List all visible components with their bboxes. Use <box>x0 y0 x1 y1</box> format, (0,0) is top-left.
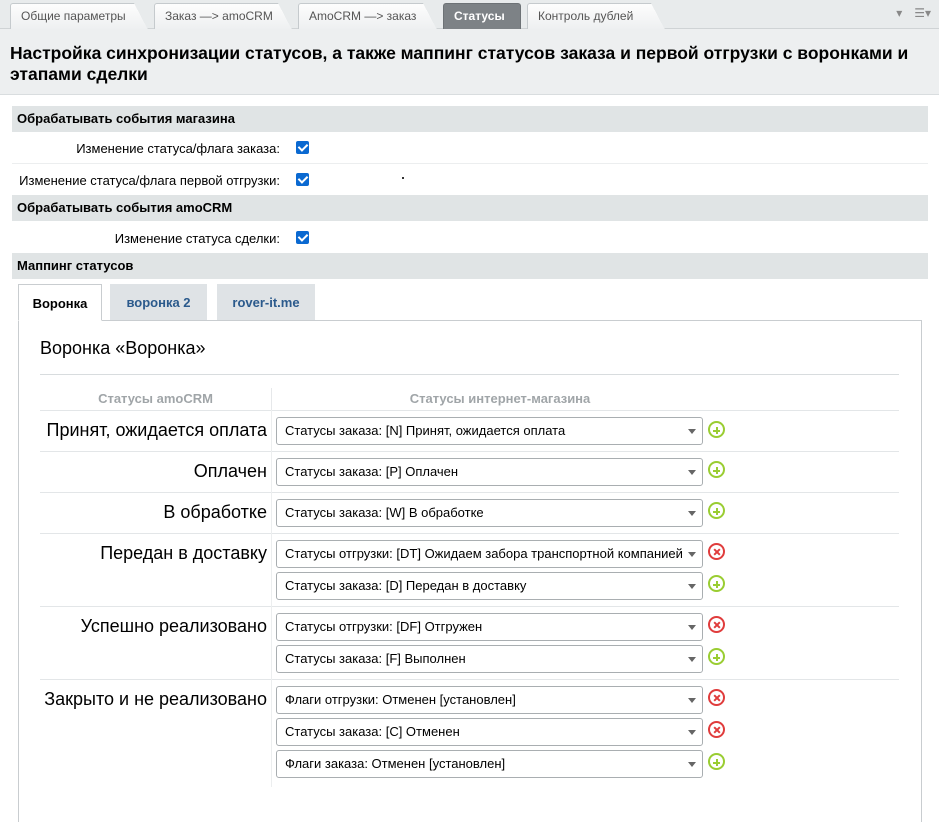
section-amo-events: Обрабатывать события amoCRM <box>12 195 928 221</box>
deal-status-change-checkbox[interactable] <box>296 231 309 244</box>
order-status-change-checkbox[interactable] <box>296 141 309 154</box>
shop-status-select[interactable]: Статусы заказа: [F] Выполнен <box>276 645 703 673</box>
pipeline-title: Воронка «Воронка» <box>40 338 206 358</box>
chevron-down-icon <box>688 698 696 703</box>
shop-status-select[interactable]: Флаги отгрузки: Отменен [установлен] <box>276 686 703 714</box>
tab-label: Статусы <box>454 9 505 23</box>
amo-status: Принят, ожидается оплата <box>46 420 268 440</box>
shop-status-select[interactable]: Статусы заказа: [P] Оплачен <box>276 458 703 486</box>
select-value: Статусы заказа: [W] В обработке <box>285 505 484 520</box>
divider <box>40 374 899 375</box>
column-header-shop: Статусы интернет-магазина <box>409 391 591 406</box>
select-value: Статусы заказа: [N] Принят, ожидается оп… <box>285 423 566 438</box>
amo-status: Закрыто и не реализовано <box>44 689 267 709</box>
deal-status-change-label: Изменение статуса сделки: <box>114 231 280 246</box>
chevron-down-icon <box>688 762 696 767</box>
x-circle-icon[interactable] <box>708 721 725 738</box>
select-value: Статусы заказа: [C] Отменен <box>285 724 460 739</box>
plus-circle-icon[interactable] <box>708 421 725 438</box>
tabbar-tools: ▾ ☰▾ <box>896 6 931 20</box>
chevron-down-icon <box>688 657 696 662</box>
shipment-status-change-checkbox[interactable] <box>296 173 309 186</box>
plus-circle-icon[interactable] <box>708 502 725 519</box>
tab-label: Контроль дублей <box>538 9 634 23</box>
select-value: Статусы заказа: [F] Выполнен <box>285 651 466 666</box>
tab-amo-to-order[interactable]: AmoCRM —> заказ <box>298 3 437 30</box>
tab-statuses[interactable]: Статусы <box>443 3 521 29</box>
x-circle-icon[interactable] <box>708 616 725 633</box>
section-mapping: Маппинг статусов <box>12 253 928 279</box>
shop-status-select[interactable]: Статусы заказа: [D] Передан в доставку <box>276 572 703 600</box>
shop-status-select[interactable]: Статусы отгрузки: [DT] Ожидаем забора тр… <box>276 540 703 568</box>
plus-circle-icon[interactable] <box>708 648 725 665</box>
chevron-down-icon <box>688 511 696 516</box>
shop-status-select[interactable]: Статусы заказа: [C] Отменен <box>276 718 703 746</box>
chevron-down-icon <box>688 429 696 434</box>
divider <box>271 388 272 412</box>
select-value: Статусы заказа: [D] Передан в доставку <box>285 578 527 593</box>
shop-status-select[interactable]: Статусы отгрузки: [DF] Отгружен <box>276 613 703 641</box>
amo-status: В обработке <box>163 502 267 522</box>
chevron-down-icon <box>688 730 696 735</box>
shop-status-select[interactable]: Статусы заказа: [N] Принят, ожидается оп… <box>276 417 703 445</box>
chevron-down-icon <box>688 625 696 630</box>
hamburger-menu-icon[interactable]: ☰▾ <box>914 6 931 20</box>
chevron-down-icon[interactable]: ▾ <box>896 6 902 20</box>
divider <box>40 410 899 411</box>
plus-circle-icon[interactable] <box>708 575 725 592</box>
tab-label: AmoCRM —> заказ <box>309 9 417 23</box>
tab-label: Заказ —> amoCRM <box>165 9 273 23</box>
chevron-down-icon <box>688 470 696 475</box>
divider <box>12 163 928 164</box>
plus-circle-icon[interactable] <box>708 461 725 478</box>
shipment-status-change-label: Изменение статуса/флага первой отгрузки: <box>19 173 280 188</box>
chevron-down-icon <box>688 584 696 589</box>
x-circle-icon[interactable] <box>708 543 725 560</box>
pipeline-tab-voronka-2[interactable]: воронка 2 <box>110 284 207 321</box>
amo-status: Передан в доставку <box>100 543 267 563</box>
page-title: Настройка синхронизации статусов, а такж… <box>10 43 909 84</box>
divider <box>40 492 899 493</box>
plus-circle-icon[interactable] <box>708 753 725 770</box>
amo-status: Успешно реализовано <box>80 616 267 636</box>
select-value: Флаги отгрузки: Отменен [установлен] <box>285 692 516 707</box>
select-value: Флаги заказа: Отменен [установлен] <box>285 756 506 771</box>
x-circle-icon[interactable] <box>708 689 725 706</box>
column-header-amo: Статусы amoCRM <box>98 391 213 406</box>
section-shop-events: Обрабатывать события магазина <box>12 106 928 132</box>
tab-duplicates[interactable]: Контроль дублей <box>527 3 665 30</box>
chevron-down-icon <box>688 552 696 557</box>
divider <box>40 451 899 452</box>
tab-bar: Общие параметры Заказ —> amoCRM AmoCRM —… <box>0 0 939 30</box>
stray-dot <box>402 177 404 179</box>
order-status-change-label: Изменение статуса/флага заказа: <box>76 141 280 156</box>
shop-status-select[interactable]: Флаги заказа: Отменен [установлен] <box>276 750 703 778</box>
select-value: Статусы отгрузки: [DF] Отгружен <box>285 619 483 634</box>
shop-status-select[interactable]: Статусы заказа: [W] В обработке <box>276 499 703 527</box>
page-header: Настройка синхронизации статусов, а такж… <box>0 29 939 95</box>
tab-order-to-amo[interactable]: Заказ —> amoCRM <box>154 3 292 30</box>
tab-label: Общие параметры <box>21 9 126 23</box>
amo-status: Оплачен <box>193 461 267 481</box>
divider <box>40 606 899 607</box>
divider <box>271 410 272 787</box>
pipeline-tab-rover[interactable]: rover-it.me <box>217 284 315 321</box>
tab-general[interactable]: Общие параметры <box>10 3 148 30</box>
pipeline-tab-voronka[interactable]: Воронка <box>18 284 102 321</box>
divider <box>40 533 899 534</box>
select-value: Статусы отгрузки: [DT] Ожидаем забора тр… <box>285 546 683 561</box>
select-value: Статусы заказа: [P] Оплачен <box>285 464 459 479</box>
divider <box>40 679 899 680</box>
